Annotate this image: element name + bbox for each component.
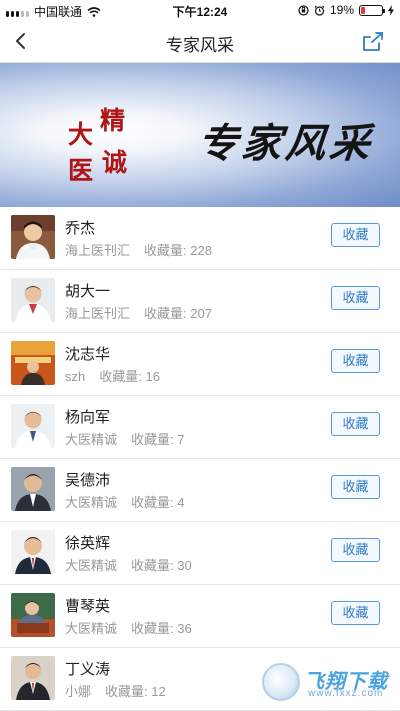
expert-name: 胡大一: [65, 283, 111, 300]
expert-meta: 小娜 收藏量: 12: [65, 681, 166, 700]
expert-source: 小娜: [65, 684, 92, 699]
favorite-count-label: 收藏量:: [131, 432, 178, 447]
status-bar: 中国联通 下午12:24 19%: [0, 0, 400, 20]
avatar: [11, 467, 55, 511]
expert-source: 海上医刊汇: [65, 243, 131, 258]
avatar: [11, 215, 55, 259]
alarm-icon: [314, 5, 325, 16]
status-right: 19%: [298, 3, 394, 17]
avatar: [11, 341, 55, 385]
favorite-button[interactable]: 收藏: [331, 349, 380, 373]
list-item[interactable]: 沈志华 szh 收藏量: 16 收藏: [0, 333, 400, 396]
favorite-count: 30: [177, 558, 192, 573]
banner-headline: 专家风采: [195, 120, 377, 167]
avatar: [11, 593, 55, 637]
navigation-bar: 专家风采: [0, 20, 400, 63]
charging-bolt-icon: [388, 4, 394, 16]
watermark-url: www.fxxz.com: [308, 688, 384, 699]
favorite-button[interactable]: 收藏: [331, 286, 380, 310]
expert-source: szh: [65, 369, 86, 384]
expert-meta: 海上医刊汇 收藏量: 228: [65, 240, 212, 259]
battery-percent: 19%: [329, 3, 354, 17]
favorite-count-label: 收藏量:: [144, 306, 191, 321]
expert-meta: 大医精诚 收藏量: 30: [65, 555, 192, 574]
expert-list: 乔杰 海上医刊汇 收藏量: 228 收藏 胡大一 海上医刊汇 收藏量: 207 收藏…: [0, 207, 400, 711]
avatar: [11, 404, 55, 448]
list-item[interactable]: 杨向军 大医精诚 收藏量: 7 收藏: [0, 396, 400, 459]
list-item[interactable]: 胡大一 海上医刊汇 收藏量: 207 收藏: [0, 270, 400, 333]
banner-motto-char: 诚: [102, 148, 128, 177]
expert-name: 丁义涛: [65, 661, 111, 678]
expert-name: 曹琴英: [65, 598, 111, 615]
expert-source: 大医精诚: [65, 432, 118, 447]
expert-name: 乔杰: [65, 220, 96, 237]
favorite-count: 207: [190, 306, 212, 321]
avatar: [11, 530, 55, 574]
expert-meta: 大医精诚 收藏量: 7: [65, 429, 184, 448]
expert-name: 吴德沛: [65, 472, 111, 489]
page-title: 专家风采: [166, 36, 234, 55]
banner-motto-char: 大: [68, 120, 94, 149]
favorite-button[interactable]: 收藏: [331, 475, 380, 499]
avatar: [11, 656, 55, 700]
favorite-count: 4: [177, 495, 185, 510]
expert-source: 海上医刊汇: [65, 306, 131, 321]
favorite-count: 12: [151, 684, 166, 699]
favorite-count-label: 收藏量:: [131, 558, 178, 573]
expert-meta: szh 收藏量: 16: [65, 366, 160, 385]
battery-level-fill: [361, 6, 366, 14]
favorite-count-label: 收藏量:: [105, 684, 152, 699]
banner-motto-char: 精: [100, 106, 126, 135]
list-item[interactable]: 徐英辉 大医精诚 收藏量: 30 收藏: [0, 522, 400, 585]
list-item[interactable]: 曹琴英 大医精诚 收藏量: 36 收藏: [0, 585, 400, 648]
list-item[interactable]: 吴德沛 大医精诚 收藏量: 4 收藏: [0, 459, 400, 522]
expert-meta: 海上医刊汇 收藏量: 207: [65, 303, 212, 322]
expert-source: 大医精诚: [65, 621, 118, 636]
favorite-count: 36: [177, 621, 192, 636]
expert-name: 杨向军: [65, 409, 111, 426]
banner-motto: 大 精 医 诚: [64, 91, 134, 191]
expert-name: 沈志华: [65, 346, 111, 363]
watermark: 飞翔下载 www.fxxz.com: [262, 663, 392, 701]
favorite-count: 228: [190, 243, 212, 258]
favorite-count-label: 收藏量:: [99, 369, 146, 384]
expert-source: 大医精诚: [65, 558, 118, 573]
banner-motto-char: 医: [68, 156, 94, 185]
favorite-button[interactable]: 收藏: [331, 601, 380, 625]
expert-meta: 大医精诚 收藏量: 36: [65, 618, 192, 637]
banner: 大 精 医 诚 专家风采: [0, 63, 400, 207]
expert-meta: 大医精诚 收藏量: 4: [65, 492, 184, 511]
watermark-logo-icon: [262, 663, 300, 701]
favorite-button[interactable]: 收藏: [331, 538, 380, 562]
avatar: [11, 278, 55, 322]
favorite-count-label: 收藏量:: [144, 243, 191, 258]
list-item[interactable]: 乔杰 海上医刊汇 收藏量: 228 收藏: [0, 207, 400, 270]
expert-source: 大医精诚: [65, 495, 118, 510]
favorite-count: 16: [145, 369, 160, 384]
expert-name: 徐英辉: [65, 535, 111, 552]
favorite-button[interactable]: 收藏: [331, 412, 380, 436]
share-button[interactable]: [360, 28, 386, 54]
battery-icon: [359, 4, 385, 16]
favorite-count-label: 收藏量:: [131, 495, 178, 510]
favorite-button[interactable]: 收藏: [331, 223, 380, 247]
favorite-count-label: 收藏量:: [131, 621, 178, 636]
orientation-lock-icon: [298, 4, 309, 16]
favorite-count: 7: [177, 432, 185, 447]
